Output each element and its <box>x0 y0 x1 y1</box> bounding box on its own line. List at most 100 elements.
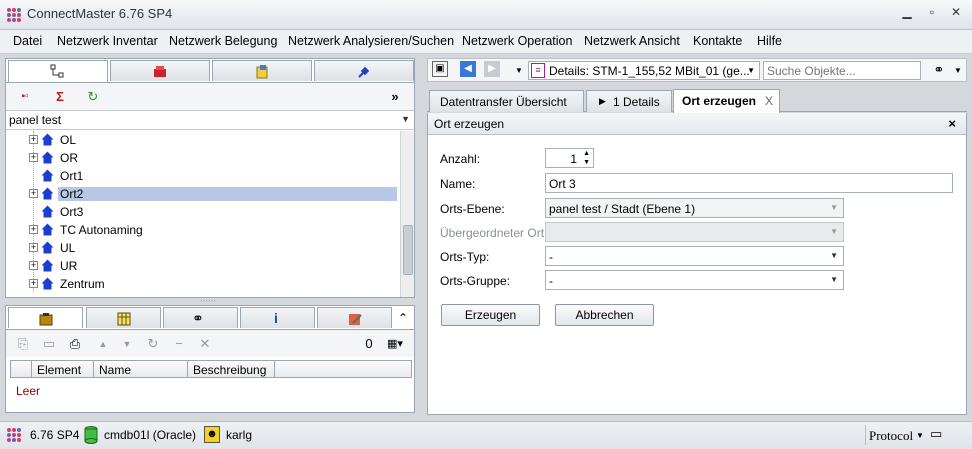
chevron-down-icon: ▼ <box>830 227 838 236</box>
menu-netzwerk-inventar[interactable]: Netzwerk Inventar <box>57 34 158 48</box>
item-count: 0 <box>365 336 373 351</box>
tab-edit[interactable] <box>317 307 392 328</box>
anzahl-stepper[interactable]: 1 ▲ ▼ <box>545 148 594 168</box>
chevron-down-icon: ▼ <box>747 66 755 75</box>
clipboard-icon <box>39 313 53 326</box>
name-field[interactable]: Ort 3 <box>545 173 953 193</box>
columns-menu-icon[interactable]: ▦▾ <box>380 335 410 353</box>
tab-table-view[interactable] <box>86 307 161 328</box>
create-location-form: Ort erzeugen × Anzahl: 1 ▲ ▼ Name: Ort 3 … <box>427 113 967 415</box>
tree-item-label: Ort1 <box>60 169 84 183</box>
minimize-icon[interactable]: ▁ <box>899 5 915 23</box>
tree-item[interactable]: + OR <box>6 149 400 167</box>
info-icon: i <box>274 310 278 326</box>
protocol-dropdown-icon[interactable]: ▼ <box>916 431 924 440</box>
tab-close-icon[interactable]: X <box>765 94 773 108</box>
menu-netzwerk-ansicht[interactable]: Netzwerk Ansicht <box>584 34 680 48</box>
maximize-icon[interactable]: ▫ <box>924 5 940 23</box>
orts-ebene-select[interactable]: panel test / Stadt (Ebene 1) ▼ <box>545 198 844 218</box>
tab-ort-erzeugen[interactable]: Ort erzeugen X <box>673 89 780 113</box>
chevron-down-icon: ▼ <box>830 275 838 284</box>
stepper-arrows-icon[interactable]: ▲ ▼ <box>583 149 590 167</box>
close-window-icon[interactable]: ✕ <box>948 5 964 23</box>
tab-components[interactable] <box>110 60 210 81</box>
sum-icon[interactable]: Σ <box>51 88 69 106</box>
tab-details[interactable]: ▶ 1 Details <box>586 90 672 112</box>
column-element[interactable]: Element <box>37 363 81 377</box>
menu-netzwerk-belegung[interactable]: Netzwerk Belegung <box>169 34 277 48</box>
expand-icon[interactable]: + <box>29 261 38 270</box>
erzeugen-button[interactable]: Erzeugen <box>441 304 540 326</box>
expand-icon[interactable]: + <box>29 153 38 162</box>
save-icon[interactable]: ▭ <box>40 335 58 353</box>
form-header: Ort erzeugen × <box>428 113 966 135</box>
book-icon[interactable]: ▭ <box>930 426 942 442</box>
menu-kontakte[interactable]: Kontakte <box>693 34 742 48</box>
splitter-handle[interactable]: ······ <box>200 297 222 305</box>
column-name[interactable]: Name <box>99 363 131 377</box>
menu-hilfe[interactable]: Hilfe <box>757 34 782 48</box>
print-icon[interactable]: ⎙ <box>66 335 84 353</box>
scrollbar-thumb[interactable] <box>403 225 413 275</box>
tab-search[interactable]: ⚭ <box>163 307 238 328</box>
expand-icon[interactable]: + <box>29 243 38 252</box>
menu-netzwerk-analysieren[interactable]: Netzwerk Analysieren/Suchen <box>288 34 454 48</box>
paste-icon[interactable]: ⎘ <box>14 335 32 353</box>
form-title: Ort erzeugen <box>434 117 505 131</box>
tab-datentransfer[interactable]: Datentransfer Übersicht <box>429 90 584 112</box>
back-icon[interactable]: ◀ <box>460 61 476 77</box>
more-tools-icon[interactable]: » <box>386 88 404 106</box>
column-beschreibung[interactable]: Beschreibung <box>193 363 266 377</box>
tree-item[interactable]: + Ort2 <box>6 185 400 203</box>
menu-datei[interactable]: Datei <box>13 34 42 48</box>
window-icon[interactable]: ▣ <box>432 61 448 77</box>
abbrechen-button[interactable]: Abbrechen <box>555 304 654 326</box>
tree-item-label: Ort2 <box>58 187 397 201</box>
reload-icon[interactable]: ↻ <box>144 335 162 353</box>
tree-item[interactable]: + UR <box>6 257 400 275</box>
orts-gruppe-label: Orts-Gruppe: <box>440 274 511 288</box>
chevron-down-icon: ▼ <box>401 114 410 124</box>
expand-icon[interactable]: + <box>29 189 38 198</box>
tree-item-label: OL <box>60 133 77 147</box>
expand-icon[interactable]: + <box>29 225 38 234</box>
tree-item[interactable]: Ort1 <box>6 167 400 185</box>
move-up-icon[interactable]: ▲ <box>94 335 112 353</box>
tree-filter-select[interactable]: panel test ▼ <box>6 110 414 130</box>
tab-documents[interactable] <box>212 60 312 81</box>
tree-item[interactable]: + TC Autonaming <box>6 221 400 239</box>
forward-icon[interactable]: ▶ <box>484 61 500 77</box>
close-form-icon[interactable]: × <box>948 116 956 131</box>
tab-info[interactable]: i <box>240 307 315 328</box>
app-logo-icon <box>7 428 21 442</box>
orts-gruppe-select[interactable]: - ▼ <box>545 270 844 290</box>
protocol-button[interactable]: Protocol <box>869 428 913 444</box>
refresh-icon[interactable]: ↻ <box>84 88 102 106</box>
binoculars-search-icon[interactable]: ⚭ <box>928 61 950 79</box>
components-icon <box>154 66 166 77</box>
tree-item[interactable]: + Zentrum <box>6 275 400 293</box>
expand-icon[interactable]: + <box>29 135 38 144</box>
search-options-icon[interactable]: ▼ <box>952 62 964 80</box>
menu-netzwerk-operation[interactable]: Netzwerk Operation <box>462 34 572 48</box>
move-down-icon[interactable]: ▼ <box>118 335 136 353</box>
expand-icon[interactable]: + <box>29 279 38 288</box>
tree-item[interactable]: + UL <box>6 239 400 257</box>
tree-item[interactable]: Ort3 <box>6 203 400 221</box>
tab-clipboard[interactable] <box>8 307 83 328</box>
clear-icon[interactable]: ✕ <box>196 335 214 353</box>
tree-scrollbar[interactable] <box>400 131 414 297</box>
search-input[interactable] <box>763 61 921 80</box>
orts-typ-select[interactable]: - ▼ <box>545 246 844 266</box>
tree-item[interactable]: + OL <box>6 131 400 149</box>
detail-tabs: Datentransfer Übersicht ▶ 1 Details Ort … <box>427 88 967 113</box>
tab-location-tree[interactable] <box>8 60 108 82</box>
tab-connections[interactable] <box>314 60 414 81</box>
anzahl-label: Anzahl: <box>440 152 481 166</box>
collapse-panel-icon[interactable]: ⌃ <box>394 309 412 327</box>
location-home-icon <box>41 187 54 200</box>
filter-icon[interactable]: ▪▫ <box>16 88 34 106</box>
details-combo[interactable]: ≡ Details: STM-1_155,52 MBit_01 (ge... ▼ <box>528 61 760 80</box>
remove-icon[interactable]: − <box>170 335 188 353</box>
history-dropdown-icon[interactable]: ▼ <box>510 62 528 80</box>
